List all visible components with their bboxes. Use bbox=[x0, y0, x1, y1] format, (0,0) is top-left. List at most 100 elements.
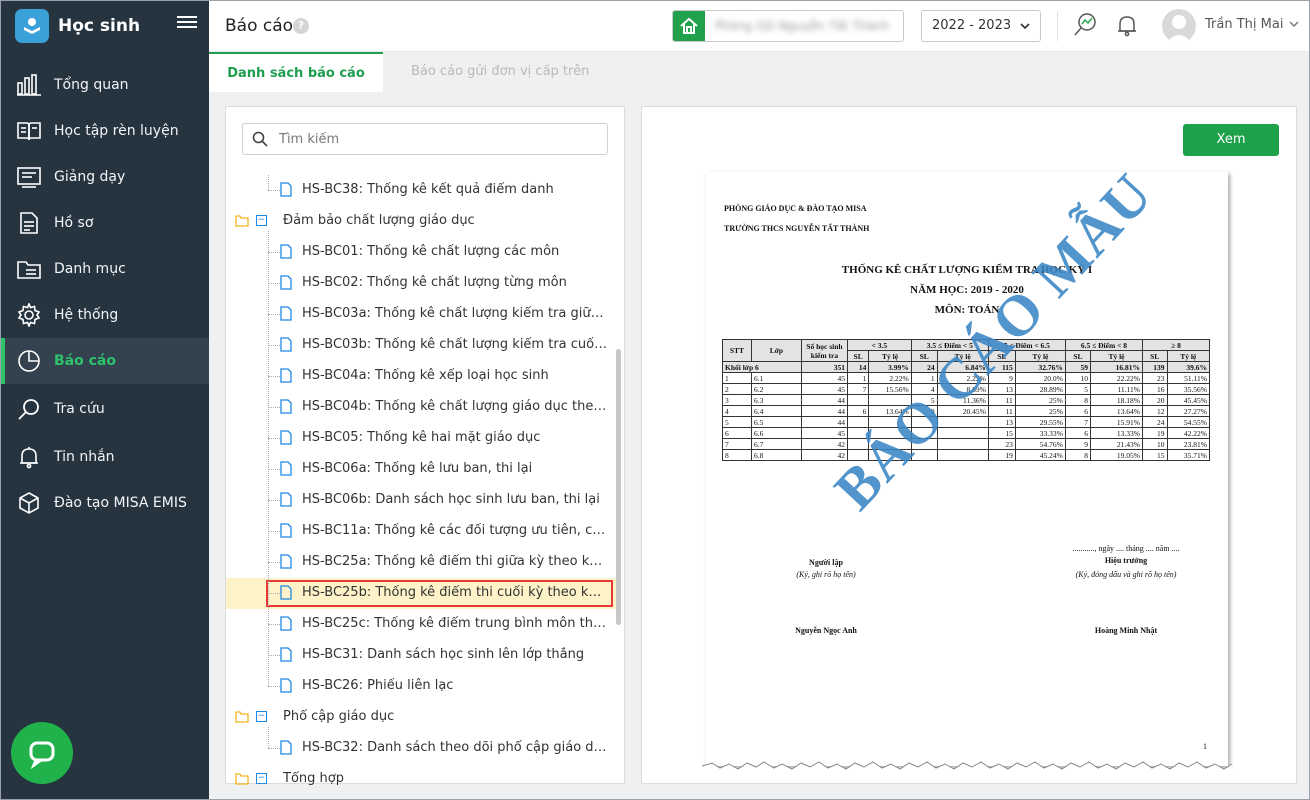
school-selector[interactable]: Phòng GD Nguyễn Tất Thành bbox=[672, 10, 904, 42]
tree-report-item[interactable]: HS-BC26: Phiếu liên lạc bbox=[226, 671, 618, 702]
tree-report-label: HS-BC03a: Thống kê chất lượng kiểm tra g… bbox=[302, 306, 608, 321]
user-name[interactable]: Trần Thị Mai bbox=[1205, 17, 1283, 32]
tree-report-item[interactable]: HS-BC01: Thống kê chất lượng các môn bbox=[226, 237, 618, 268]
bell-icon bbox=[15, 443, 43, 471]
table-cell: 25% bbox=[1014, 394, 1066, 406]
tree-report-item[interactable]: HS-BC25c: Thống kê điểm trung bình môn t… bbox=[226, 609, 618, 640]
menu-toggle-icon[interactable] bbox=[177, 13, 197, 33]
chat-support-button[interactable] bbox=[11, 722, 73, 784]
tree-folder[interactable]: − Đảm bảo chất lượng giáo dục bbox=[226, 206, 618, 237]
sidebar-item-dao-tao[interactable]: Đào tạo MISA EMIS bbox=[1, 480, 209, 526]
sidebar-item-he-thong[interactable]: Hệ thống bbox=[1, 292, 209, 338]
app-window: Học sinh Tổng quan Học tập rèn luyện Giả… bbox=[0, 0, 1310, 800]
table-cell: 45 bbox=[800, 427, 848, 439]
pie-chart-icon bbox=[15, 347, 43, 375]
table-cell: 15 bbox=[1141, 449, 1168, 461]
col-rate: Tỷ lệ bbox=[1089, 350, 1143, 362]
tab-report-list[interactable]: Danh sách báo cáo bbox=[209, 52, 383, 92]
collapse-icon[interactable]: − bbox=[256, 711, 267, 722]
tree-report-item[interactable]: HS-BC25a: Thống kê điểm thi giữa kỳ theo… bbox=[226, 547, 618, 578]
table-cell: 8 bbox=[1064, 394, 1091, 406]
school-year-select[interactable]: 2022 - 2023 bbox=[921, 10, 1041, 42]
search-input[interactable] bbox=[279, 130, 589, 148]
document-icon bbox=[280, 182, 292, 197]
stats-search-icon[interactable] bbox=[1071, 11, 1099, 39]
tree-report-label: HS-BC01: Thống kê chất lượng các môn bbox=[302, 244, 560, 259]
sidebar-item-ho-so[interactable]: Hồ sơ bbox=[1, 200, 209, 246]
help-icon[interactable]: ? bbox=[293, 18, 309, 34]
tree-folder-label: Đảm bảo chất lượng giáo dục bbox=[283, 213, 475, 228]
collapse-icon[interactable]: − bbox=[256, 215, 267, 226]
brand[interactable]: Học sinh bbox=[15, 9, 140, 43]
view-button[interactable]: Xem bbox=[1183, 124, 1279, 156]
main-content: Danh sách báo cáo Báo cáo gửi đơn vị cấp… bbox=[209, 52, 1309, 799]
search-icon bbox=[252, 131, 268, 147]
tree-report-label: HS-BC25a: Thống kê điểm thi giữa kỳ theo… bbox=[302, 554, 608, 569]
tree-connector bbox=[268, 624, 280, 625]
sidebar-item-hoc-tap[interactable]: Học tập rèn luyện bbox=[1, 108, 209, 154]
tree-connector bbox=[268, 727, 269, 748]
tree-report-item[interactable]: HS-BC05: Thống kê hai mặt giáo dục bbox=[226, 423, 618, 454]
table-cell: 29.55% bbox=[1014, 416, 1066, 428]
sidebar-item-danh-muc[interactable]: Danh mục bbox=[1, 246, 209, 292]
folder-icon bbox=[235, 773, 249, 785]
sidebar-item-tong-quan[interactable]: Tổng quan bbox=[1, 62, 209, 108]
document-icon bbox=[280, 585, 292, 600]
sidebar-item-bao-cao[interactable]: Báo cáo bbox=[1, 338, 209, 384]
avatar[interactable] bbox=[1162, 9, 1196, 43]
table-cell: 23.81% bbox=[1166, 438, 1210, 450]
tree-folder-label: Phổ cập giáo dục bbox=[283, 709, 395, 724]
table-cell: 2 bbox=[722, 383, 752, 395]
table-cell: 6 bbox=[722, 427, 752, 439]
tree-report-item[interactable]: HS-BC25b: Thống kê điểm thi cuối kỳ theo… bbox=[226, 578, 618, 609]
tree-report-item[interactable]: HS-BC06b: Danh sách học sinh lưu ban, th… bbox=[226, 485, 618, 516]
tree-folder[interactable]: − Phổ cập giáo dục bbox=[226, 702, 618, 733]
principal-name: Hoàng Minh Nhật bbox=[1094, 626, 1158, 635]
tree-folder[interactable]: − Tổng hợp bbox=[226, 764, 618, 785]
profile-doc-icon bbox=[15, 209, 43, 237]
tree-report-label: HS-BC02: Thống kê chất lượng từng môn bbox=[302, 275, 567, 290]
report-subject: MÔN: TOÁN bbox=[934, 304, 1000, 316]
tree-report-item[interactable]: HS-BC38: Thống kê kết quả điểm danh bbox=[226, 175, 618, 206]
tab-report-send[interactable]: Báo cáo gửi đơn vị cấp trên bbox=[411, 52, 589, 92]
table-cell: 6 bbox=[846, 405, 870, 417]
sidebar-item-label: Tổng quan bbox=[54, 77, 129, 93]
tree-folder-label: Tổng hợp bbox=[283, 771, 344, 785]
tree-report-item[interactable]: HS-BC04a: Thống kê xếp loại học sinh bbox=[226, 361, 618, 392]
tree-report-item[interactable]: HS-BC02: Thống kê chất lượng từng môn bbox=[226, 268, 618, 299]
table-cell: 45 bbox=[800, 372, 848, 384]
tree-connector bbox=[268, 283, 280, 284]
search-icon bbox=[15, 395, 43, 423]
table-cell: 45.45% bbox=[1166, 394, 1210, 406]
table-cell: 6.5 bbox=[750, 416, 802, 428]
sidebar-item-giang-day[interactable]: Giảng dạy bbox=[1, 154, 209, 200]
chevron-down-icon[interactable] bbox=[1289, 19, 1299, 29]
tree-connector bbox=[268, 376, 280, 377]
table-cell: 11 bbox=[987, 394, 1016, 406]
tree-report-label: HS-BC05: Thống kê hai mặt giáo dục bbox=[302, 430, 541, 445]
tree-report-item[interactable]: HS-BC32: Danh sách theo dõi phổ cập giáo… bbox=[226, 733, 618, 764]
table-cell: 44 bbox=[800, 405, 848, 417]
tree-report-item[interactable]: HS-BC03a: Thống kê chất lượng kiểm tra g… bbox=[226, 299, 618, 330]
table-cell: 23 bbox=[1141, 372, 1168, 384]
table-cell: 21.43% bbox=[1089, 438, 1143, 450]
tree-report-item[interactable]: HS-BC04b: Thống kê chất lượng giáo dục t… bbox=[226, 392, 618, 423]
report-org: PHÒNG GIÁO DỤC & ĐÀO TẠO MISA bbox=[724, 204, 867, 213]
tree-report-item[interactable]: HS-BC11a: Thống kê các đối tượng ưu tiên… bbox=[226, 516, 618, 547]
sidebar-item-tra-cuu[interactable]: Tra cứu bbox=[1, 386, 209, 432]
collapse-icon[interactable]: − bbox=[256, 773, 267, 784]
table-cell: 4 bbox=[722, 405, 752, 417]
tree-report-label: HS-BC25c: Thống kê điểm trung bình môn t… bbox=[302, 616, 608, 631]
tree-report-item[interactable]: HS-BC31: Danh sách học sinh lên lớp thẳn… bbox=[226, 640, 618, 671]
tree-report-item[interactable]: HS-BC03b: Thống kê chất lượng kiểm tra c… bbox=[226, 330, 618, 361]
tree-connector bbox=[268, 175, 269, 190]
sidebar-item-tin-nhan[interactable]: Tin nhắn bbox=[1, 434, 209, 480]
sidebar-item-label: Báo cáo bbox=[54, 353, 116, 369]
col-sl: SL bbox=[1064, 350, 1091, 362]
tree-report-label: HS-BC32: Danh sách theo dõi phổ cập giáo… bbox=[302, 740, 608, 755]
tree-scrollbar[interactable] bbox=[616, 349, 621, 625]
search-box bbox=[242, 123, 608, 155]
notification-bell-icon[interactable] bbox=[1113, 11, 1141, 39]
sidebar-item-label: Học tập rèn luyện bbox=[54, 123, 179, 139]
tree-report-item[interactable]: HS-BC06a: Thống kê lưu ban, thi lại bbox=[226, 454, 618, 485]
